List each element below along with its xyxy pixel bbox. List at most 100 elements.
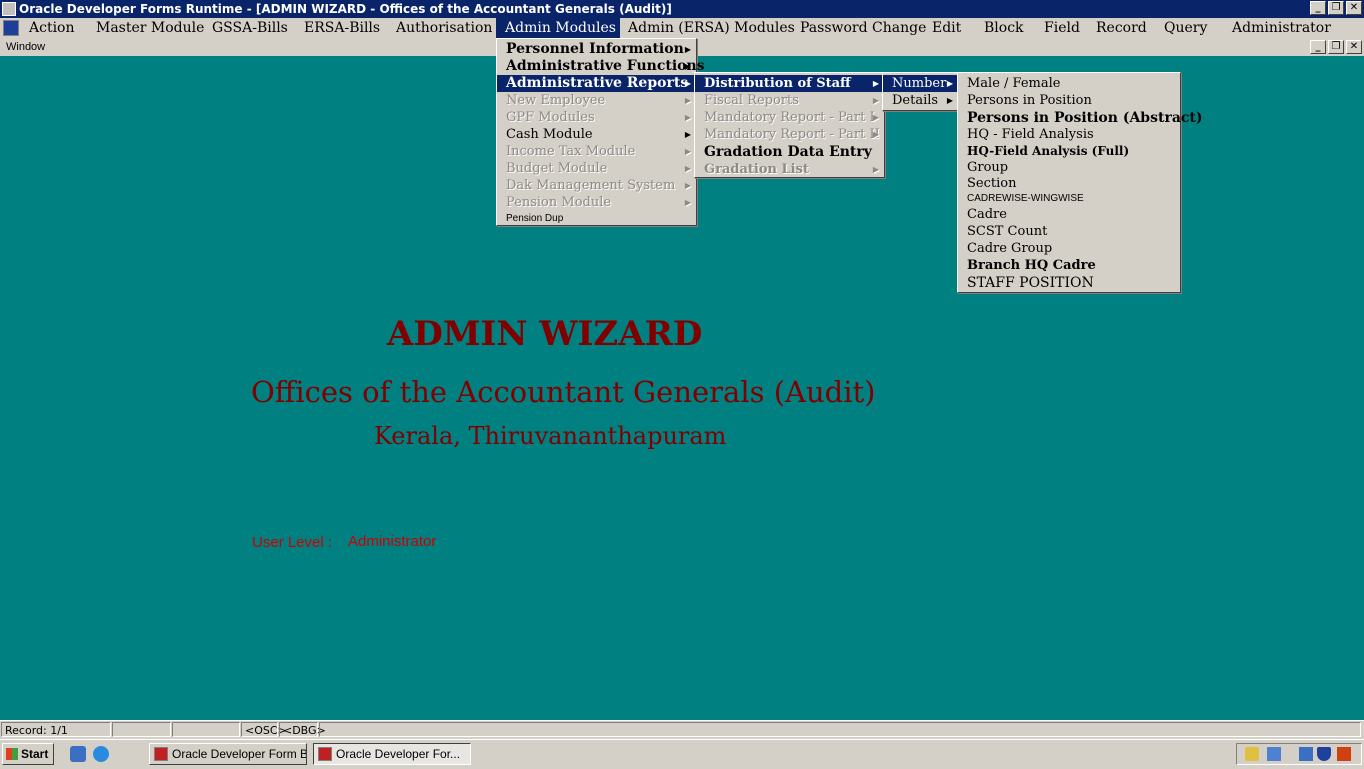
submenu-arrow-icon: ▶: [684, 130, 691, 139]
oracle-forms-icon: [318, 747, 332, 761]
distribution-of-staff-menu: Number ▶ Details ▶: [882, 72, 959, 111]
window-title: Oracle Developer Forms Runtime - [ADMIN …: [19, 2, 672, 16]
menuitem-cadrewise-wingwise[interactable]: CADREWISE-WINGWISE: [958, 192, 1180, 206]
submenu-arrow-icon: ▶: [946, 96, 953, 105]
submenu-arrow-icon: ▶: [872, 96, 879, 105]
windows-logo-icon: [6, 748, 18, 760]
menuitem-group[interactable]: Group: [958, 159, 1180, 176]
submenu-arrow-icon: ▶: [872, 164, 879, 174]
submenu-arrow-icon: ▶: [684, 198, 691, 207]
location-text: Kerala, Thiruvananthapuram: [374, 422, 727, 450]
menuitem-male-female[interactable]: Male / Female: [958, 75, 1180, 92]
menuitem-scst-count[interactable]: SCST Count: [958, 223, 1180, 240]
menuitem-cadre[interactable]: Cadre: [958, 206, 1180, 223]
dbg-indicator: <DBG>: [279, 722, 326, 737]
menuitem-hq-field-analysis-full[interactable]: HQ-Field Analysis (Full): [958, 143, 1180, 159]
menuitem-staff-position[interactable]: STAFF POSITION: [958, 275, 1180, 292]
menuitem-cash-module[interactable]: Cash Module ▶: [497, 126, 696, 143]
menu-edit[interactable]: Edit: [923, 18, 970, 38]
menu-window[interactable]: Window: [6, 38, 45, 56]
menuitem-cadre-group[interactable]: Cadre Group: [958, 240, 1180, 257]
menu-block[interactable]: Block: [975, 18, 1033, 38]
message-area: [319, 722, 1361, 737]
close-button[interactable]: ✕: [1346, 1, 1362, 15]
menuitem-mandatory-report-part-1[interactable]: Mandatory Report - Part I ▶: [695, 109, 884, 126]
status-bar: Record: 1/1 <OSC> <DBG>: [0, 720, 1364, 739]
minimize-button[interactable]: _: [1310, 1, 1326, 15]
menu-password-change[interactable]: Password Change: [791, 18, 935, 38]
window-titlebar[interactable]: Oracle Developer Forms Runtime - [ADMIN …: [0, 0, 1364, 18]
pen-tool-icon[interactable]: [1245, 747, 1259, 761]
user-level-value: Administrator: [348, 533, 437, 550]
menuitem-new-employee[interactable]: New Employee ▶: [497, 92, 696, 109]
administrative-reports-menu: Distribution of Staff ▶ Fiscal Reports ▶ M…: [694, 72, 885, 178]
taskbar-button-oracle-runtime[interactable]: Oracle Developer For...: [313, 743, 471, 765]
form-system-menu-icon[interactable]: [3, 20, 19, 36]
submenu-arrow-icon: ▶: [684, 44, 691, 54]
admin-modules-menu: Personnel Information ▶ Administrative Fu…: [496, 38, 705, 227]
menuitem-branch-hq-cadre[interactable]: Branch HQ Cadre: [958, 257, 1180, 275]
filezilla-icon[interactable]: [1337, 747, 1351, 761]
show-desktop-icon[interactable]: [70, 746, 86, 762]
menuitem-persons-in-position-abstract[interactable]: Persons in Position (Abstract): [958, 109, 1203, 127]
menuitem-budget-module[interactable]: Budget Module ▶: [497, 160, 696, 177]
menu-gssa-bills[interactable]: GSSA-Bills: [203, 18, 297, 38]
menuitem-distribution-of-staff[interactable]: Distribution of Staff ▶: [695, 75, 884, 92]
shield-icon[interactable]: [1317, 747, 1331, 761]
menuitem-mandatory-report-part-2[interactable]: Mandatory Report - Part II ▶: [695, 126, 884, 143]
mdi-close-button[interactable]: ✕: [1346, 40, 1362, 54]
menuitem-gradation-data-entry[interactable]: Gradation Data Entry: [695, 143, 884, 161]
status-field-empty-1: [112, 722, 171, 737]
menuitem-gradation-list[interactable]: Gradation List ▶: [695, 161, 884, 178]
menu-record[interactable]: Record: [1087, 18, 1156, 38]
submenu-arrow-icon: ▶: [872, 78, 879, 88]
page-title: ADMIN WIZARD: [387, 314, 703, 354]
mdi-minimize-button[interactable]: _: [1310, 40, 1326, 54]
internet-explorer-icon[interactable]: [93, 746, 109, 762]
submenu-arrow-icon: ▶: [872, 113, 879, 122]
menu-authorisation[interactable]: Authorisation: [387, 18, 501, 38]
osc-indicator: <OSC>: [241, 722, 287, 737]
menuitem-persons-in-position[interactable]: Persons in Position: [958, 92, 1180, 109]
menuitem-pension-dup[interactable]: Pension Dup: [497, 211, 696, 227]
menu-administrator[interactable]: Administrator: [1223, 18, 1340, 38]
submenu-arrow-icon: ▶: [684, 181, 691, 190]
system-tray: [1236, 743, 1362, 765]
taskbar: Start Oracle Developer Form B... Oracle …: [0, 739, 1364, 769]
menu-query[interactable]: Query: [1155, 18, 1216, 38]
record-indicator: Record: 1/1: [1, 722, 111, 737]
submenu-arrow-icon: ▶: [684, 61, 691, 71]
menuitem-administrative-reports[interactable]: Administrative Reports ▶: [497, 75, 696, 92]
menuitem-number[interactable]: Number ▶: [883, 75, 958, 92]
menuitem-fiscal-reports[interactable]: Fiscal Reports ▶: [695, 92, 884, 109]
menuitem-hq-field-analysis[interactable]: HQ - Field Analysis: [958, 127, 1180, 143]
menuitem-dak-management-system[interactable]: Dak Management System ▶: [497, 177, 696, 194]
computer-icon[interactable]: [1299, 747, 1313, 761]
menuitem-gpf-modules[interactable]: GPF Modules ▶: [497, 109, 696, 126]
start-button[interactable]: Start: [2, 743, 54, 765]
menu-ersa-bills[interactable]: ERSA-Bills: [295, 18, 389, 38]
submenu-arrow-icon: ▶: [684, 96, 691, 105]
taskbar-button-oracle-builder[interactable]: Oracle Developer Form B...: [149, 743, 307, 765]
submenu-arrow-icon: ▶: [684, 78, 691, 88]
submenu-arrow-icon: ▶: [684, 147, 691, 156]
network-icon[interactable]: [1267, 747, 1281, 761]
menuitem-pension-module[interactable]: Pension Module ▶: [497, 194, 696, 211]
menuitem-administrative-functions[interactable]: Administrative Functions ▶: [497, 58, 705, 75]
number-menu: Male / Female Persons in Position Person…: [957, 72, 1203, 293]
menuitem-personnel-information[interactable]: Personnel Information ▶: [497, 41, 696, 58]
menuitem-section[interactable]: Section: [958, 176, 1180, 192]
app-icon[interactable]: [2, 2, 16, 16]
menuitem-details[interactable]: Details ▶: [883, 92, 958, 109]
organization-subtitle: Offices of the Accountant Generals (Audi…: [251, 375, 876, 409]
user-level-label: User Level :: [252, 534, 333, 551]
menu-admin-modules[interactable]: Admin Modules: [496, 18, 620, 38]
restore-button[interactable]: ❐: [1328, 1, 1344, 15]
menuitem-income-tax-module[interactable]: Income Tax Module ▶: [497, 143, 696, 160]
mdi-restore-button[interactable]: ❐: [1328, 40, 1344, 54]
menu-action[interactable]: Action: [20, 18, 84, 38]
menu-field[interactable]: Field: [1035, 18, 1089, 38]
menubar: Action Master Module GSSA-Bills ERSA-Bil…: [0, 18, 1364, 38]
menu-admin-ersa-modules[interactable]: Admin (ERSA) Modules: [619, 18, 804, 38]
menu-master-module[interactable]: Master Module: [87, 18, 213, 38]
